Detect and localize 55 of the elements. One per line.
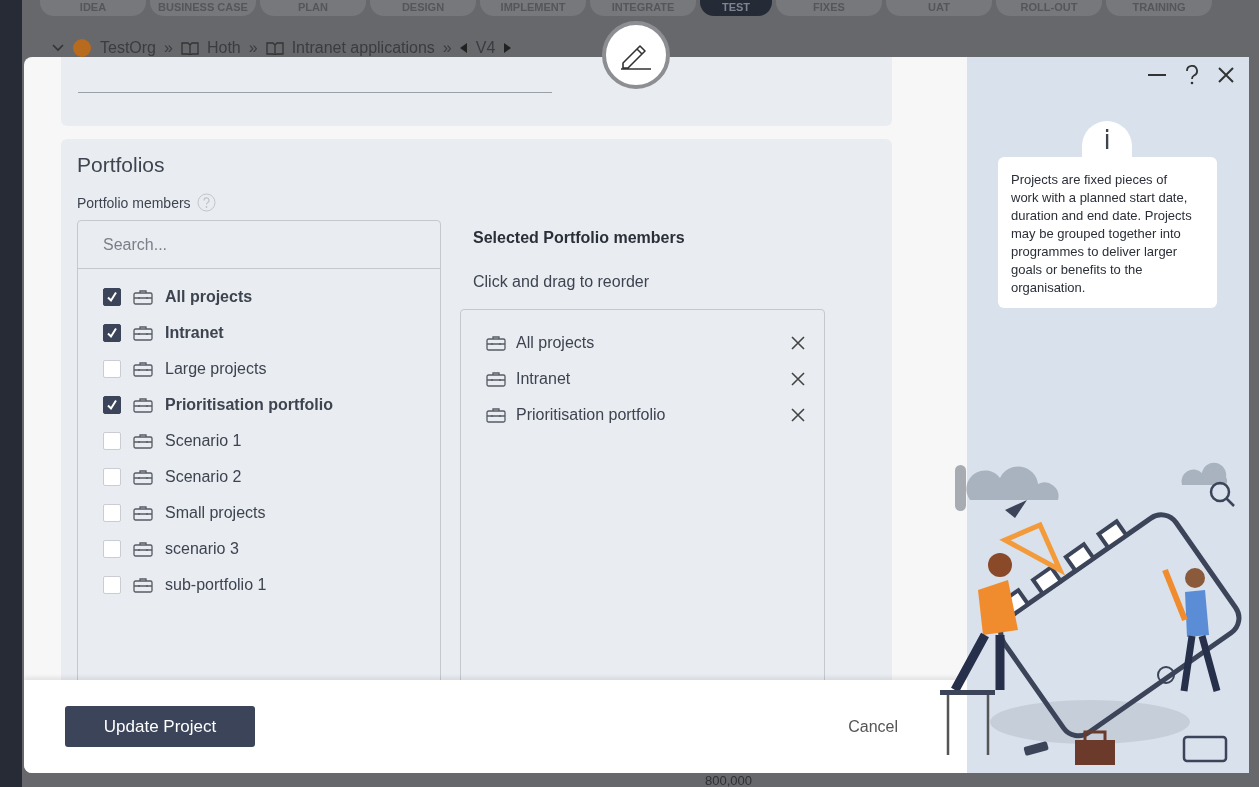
portfolio-option[interactable]: Prioritisation portfolio bbox=[165, 396, 333, 414]
briefcase-icon bbox=[486, 335, 506, 351]
portfolio-option[interactable]: All projects bbox=[165, 288, 253, 306]
previous-arrow-icon[interactable] bbox=[459, 43, 468, 53]
briefcase-icon bbox=[133, 577, 153, 593]
breadcrumb-separator: » bbox=[248, 39, 258, 57]
remove-icon[interactable] bbox=[790, 335, 806, 351]
breadcrumb-separator: » bbox=[164, 39, 173, 57]
cancel-link[interactable]: Cancel bbox=[848, 717, 898, 736]
org-logo-icon bbox=[72, 38, 92, 58]
briefcase-icon bbox=[133, 433, 153, 449]
selected-member[interactable]: Intranet bbox=[516, 370, 780, 388]
book-icon bbox=[265, 41, 284, 55]
chevron-down-icon[interactable] bbox=[52, 44, 64, 52]
briefcase-icon bbox=[133, 289, 153, 305]
stage-tab[interactable]: TEST bbox=[700, 0, 772, 16]
help-icon[interactable] bbox=[1185, 65, 1199, 85]
portfolio-option[interactable]: Small projects bbox=[165, 504, 266, 522]
portfolio-option[interactable]: Intranet bbox=[165, 324, 224, 342]
book-icon bbox=[180, 41, 199, 55]
briefcase-icon bbox=[133, 325, 153, 341]
briefcase-icon bbox=[133, 505, 153, 521]
checkbox[interactable] bbox=[103, 288, 121, 306]
update-project-button[interactable]: Update Project bbox=[65, 706, 255, 747]
selected-heading: Selected Portfolio members bbox=[473, 229, 686, 247]
portfolio-option[interactable]: Large projects bbox=[165, 360, 267, 378]
info-text: Projects are fixed pieces of work with a planned start date, duration and end date. Projects may be grouped together into programmes to deliver larger goals or benefits to the organisation. bbox=[998, 157, 1217, 308]
checkbox[interactable] bbox=[103, 396, 121, 414]
briefcase-icon bbox=[133, 361, 153, 377]
search-field[interactable]: Search... bbox=[78, 221, 440, 269]
briefcase-icon bbox=[486, 371, 506, 387]
breadcrumb-separator: » bbox=[442, 39, 452, 57]
remove-icon[interactable] bbox=[790, 371, 806, 387]
close-icon[interactable] bbox=[1217, 66, 1235, 84]
axis-label: 800,000 bbox=[705, 773, 753, 787]
checkmark-icon bbox=[106, 399, 118, 411]
portfolio-option[interactable]: scenario 3 bbox=[165, 540, 239, 558]
section-title: Portfolios bbox=[77, 153, 166, 177]
briefcase-icon bbox=[133, 469, 153, 485]
checkmark-icon bbox=[106, 327, 118, 339]
selected-member[interactable]: Prioritisation portfolio bbox=[516, 406, 780, 424]
checkmark-icon bbox=[106, 291, 118, 303]
briefcase-icon bbox=[486, 407, 506, 423]
portfolio-option[interactable]: Scenario 2 bbox=[165, 468, 242, 486]
checkbox[interactable] bbox=[103, 324, 121, 342]
portfolio-option[interactable]: sub-portfolio 1 bbox=[165, 576, 267, 594]
briefcase-icon bbox=[133, 397, 153, 413]
selected-member[interactable]: All projects bbox=[516, 334, 780, 352]
briefcase-icon bbox=[133, 541, 153, 557]
reorder-hint: Click and drag to reorder bbox=[473, 273, 651, 291]
field-label: Portfolio members bbox=[77, 194, 191, 211]
scroll-handle[interactable] bbox=[955, 465, 966, 511]
next-arrow-icon[interactable] bbox=[503, 43, 512, 53]
remove-icon[interactable] bbox=[790, 407, 806, 423]
portfolio-option[interactable]: Scenario 1 bbox=[165, 432, 242, 450]
